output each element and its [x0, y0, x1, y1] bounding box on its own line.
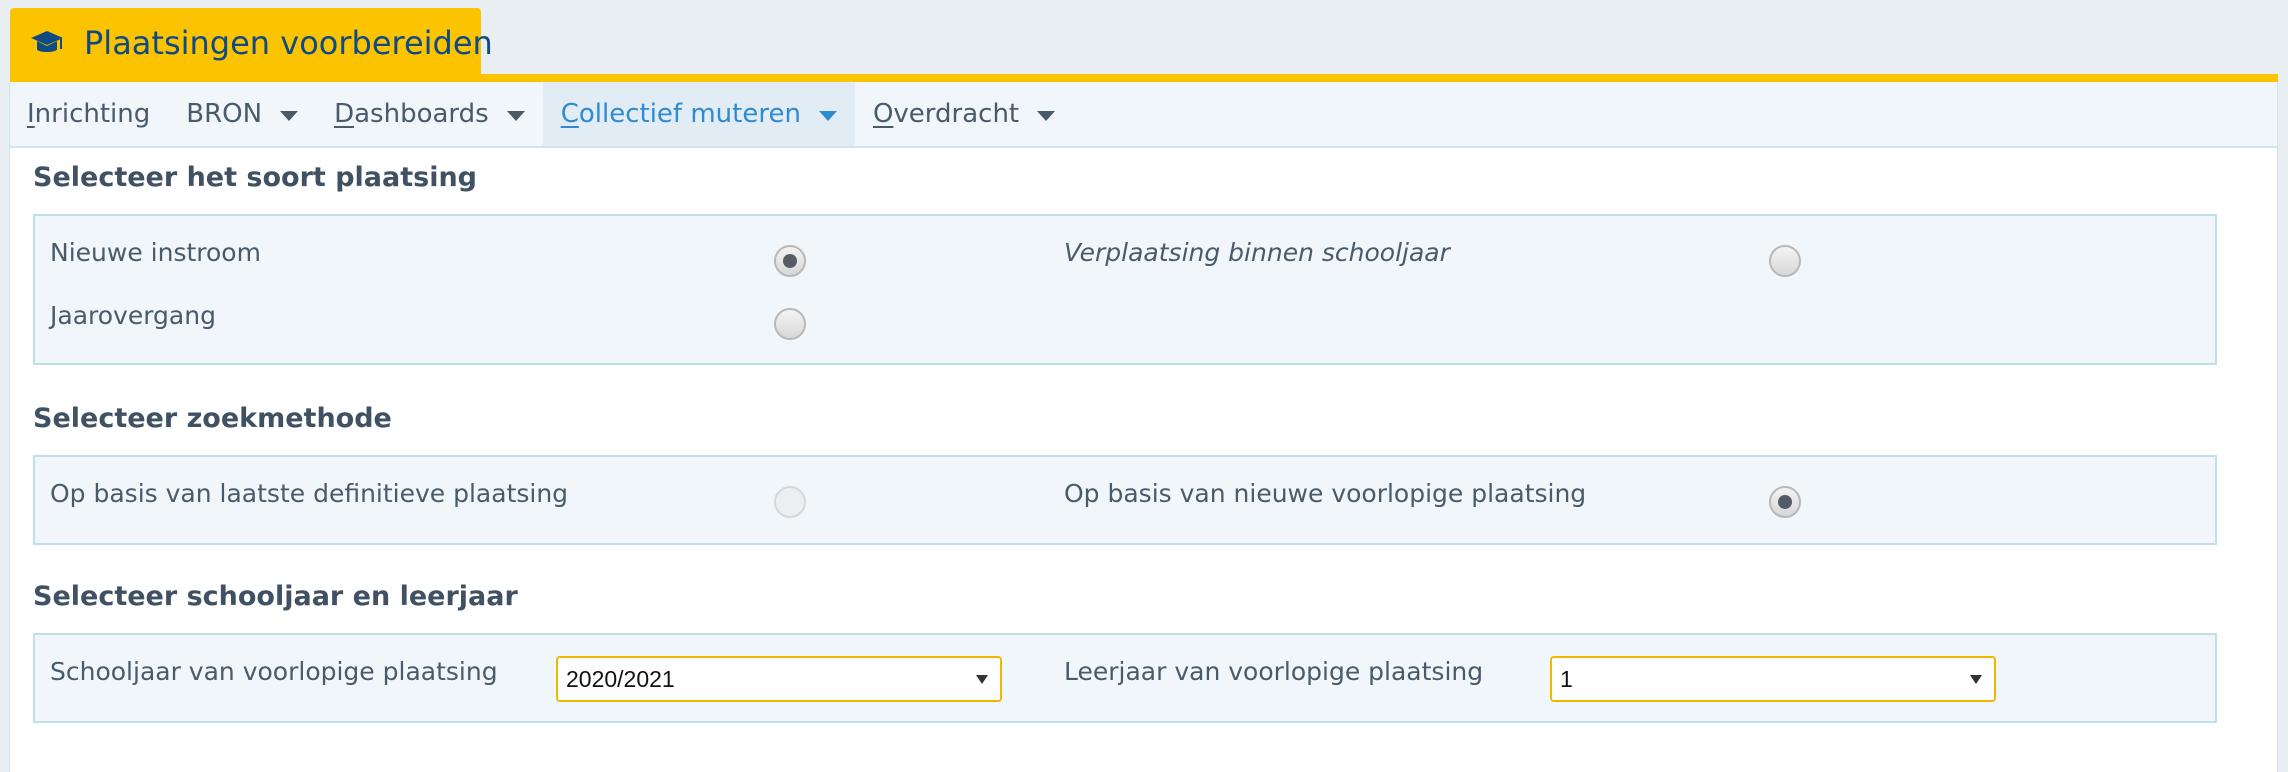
nav-label-dashboards: Dashboards — [334, 99, 489, 129]
radio-verplaatsing[interactable] — [1769, 245, 1801, 277]
leerjaar-select-value: 1 — [1560, 665, 1573, 692]
dropdown-arrow-icon — [976, 674, 988, 684]
radio-nieuwe-voorlopige[interactable] — [1769, 486, 1801, 518]
label-verplaatsing: Verplaatsing binnen schooljaar — [1064, 238, 1450, 267]
schooljaar-select[interactable]: 2020/2021 — [556, 656, 1002, 702]
nav-label-collectief-muteren: Collectief muteren — [560, 99, 801, 129]
module-tab[interactable]: Plaatsingen voorbereiden — [10, 8, 493, 78]
section-title-soort: Selecteer het soort plaatsing — [33, 162, 478, 193]
nav-item-dashboards[interactable]: Dashboards — [316, 82, 543, 146]
radio-nieuwe-instroom[interactable] — [774, 245, 806, 277]
header-bar: Plaatsingen voorbereiden — [0, 0, 2288, 82]
schooljaar-select-value: 2020/2021 — [566, 665, 675, 692]
nav-item-overdracht[interactable]: Overdracht — [855, 82, 1073, 146]
nav-item-bron[interactable]: BRON — [168, 82, 316, 146]
main-panel: Inrichting BRON Dashboards Collectief mu… — [9, 82, 2278, 772]
radio-jaarovergang[interactable] — [774, 308, 806, 340]
module-accent-line — [10, 74, 2278, 82]
nav-label-overdracht: Overdracht — [872, 99, 1020, 129]
soort-plaatsing-box: Nieuwe instroom Verplaatsing binnen scho… — [33, 214, 2217, 365]
radio-laatste-definitieve[interactable] — [774, 486, 806, 518]
nav-label-inrichting: Inrichting — [27, 99, 151, 129]
nav-item-collectief-muteren[interactable]: Collectief muteren — [542, 82, 855, 146]
caret-down-icon — [506, 111, 525, 121]
label-nieuwe-voorlopige: Op basis van nieuwe voorlopige plaatsing — [1064, 479, 1587, 508]
navbar: Inrichting BRON Dashboards Collectief mu… — [10, 82, 2277, 148]
label-jaarovergang: Jaarovergang — [50, 301, 216, 330]
label-nieuwe-instroom: Nieuwe instroom — [50, 238, 261, 267]
label-leerjaar: Leerjaar van voorlopige plaatsing — [1064, 657, 1484, 686]
schooljaar-box: Schooljaar van voorlopige plaatsing 2020… — [33, 633, 2217, 723]
graduation-cap-icon — [30, 26, 64, 60]
zoekmethode-box: Op basis van laatste definitieve plaatsi… — [33, 455, 2217, 545]
caret-down-icon — [1037, 111, 1056, 121]
section-title-zoekmethode: Selecteer zoekmethode — [33, 403, 392, 434]
nav-label-bron: BRON — [186, 99, 263, 129]
section-title-schooljaar: Selecteer schooljaar en leerjaar — [33, 581, 518, 612]
caret-down-icon — [280, 111, 299, 121]
label-laatste-definitieve: Op basis van laatste definitieve plaatsi… — [50, 479, 569, 508]
module-title: Plaatsingen voorbereiden — [84, 24, 493, 62]
nav-item-inrichting[interactable]: Inrichting — [10, 82, 168, 146]
dropdown-arrow-icon — [1970, 674, 1982, 684]
label-schooljaar: Schooljaar van voorlopige plaatsing — [50, 657, 498, 686]
caret-down-icon — [818, 111, 837, 121]
leerjaar-select[interactable]: 1 — [1550, 656, 1996, 702]
